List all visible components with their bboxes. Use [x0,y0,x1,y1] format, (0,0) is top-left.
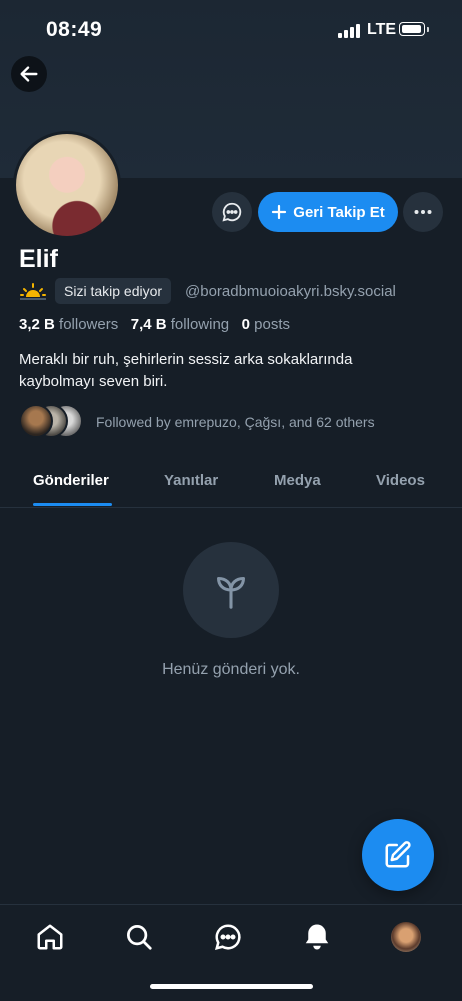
active-tab-indicator [33,503,112,506]
profile-tabs: Gönderiler Yanıtlar Medya Videos [0,460,462,508]
profile-handle: @boradbmuoioakyri.bsky.social [185,283,396,300]
followed-by-row[interactable]: Followed by emrepuzo, Çağsı, and 62 othe… [19,404,449,440]
posts-count: 0 posts [241,316,291,333]
bell-icon [305,924,329,950]
back-button[interactable] [11,56,47,92]
chat-icon [214,924,241,951]
profile-bio: Meraklı bir ruh, şehirlerin sessiz arka … [19,351,353,390]
arrow-left-icon [20,66,38,82]
follow-back-label: Geri Takip Et [293,203,385,221]
followed-by-text: Followed by emrepuzo, Çağsı, and 62 othe… [96,414,375,430]
empty-state-text: Henüz gönderi yok. [162,661,300,678]
more-options-button[interactable] [403,192,443,232]
nav-chat[interactable] [212,921,244,953]
message-button[interactable] [212,192,252,232]
status-bar: 08:49 LTE [0,0,462,60]
tab-replies[interactable]: Yanıtlar [164,472,218,489]
compose-button[interactable] [362,819,434,891]
nav-home[interactable] [34,921,66,953]
sunrise-icon [20,283,46,300]
home-icon [37,924,63,950]
following-link[interactable]: 7,4 B following [131,316,229,333]
profile-name: Elif [19,245,58,273]
compose-icon [385,841,411,868]
ellipsis-icon [414,210,432,214]
sprout-icon [217,576,245,609]
profile-avatar[interactable] [13,131,121,239]
empty-state-illustration [183,542,279,638]
follows-you-badge: Sizi takip ediyor [55,278,172,304]
followers-link[interactable]: 3,2 B followers [19,316,118,333]
chat-bubble-icon [222,202,242,222]
tab-videos[interactable]: Videos [376,472,425,489]
network-label: LTE [367,21,397,38]
profile-avatar-small [391,922,421,952]
tab-media[interactable]: Medya [274,472,321,489]
status-time: 08:49 [46,18,103,41]
profile-stats: 3,2 B followers 7,4 B following 0 posts [19,316,290,333]
follower-avatar [19,404,53,438]
tab-posts[interactable]: Gönderiler [33,472,109,489]
signal-icon [338,22,360,38]
nav-profile[interactable] [390,921,422,953]
nav-notifications[interactable] [301,921,333,953]
follows-you-label: Sizi takip ediyor [64,283,163,299]
follow-back-button[interactable]: Geri Takip Et [258,192,398,232]
battery-icon [399,22,425,36]
plus-icon [272,204,287,220]
nav-search[interactable] [123,921,155,953]
search-icon [127,925,152,950]
home-indicator [150,984,313,989]
